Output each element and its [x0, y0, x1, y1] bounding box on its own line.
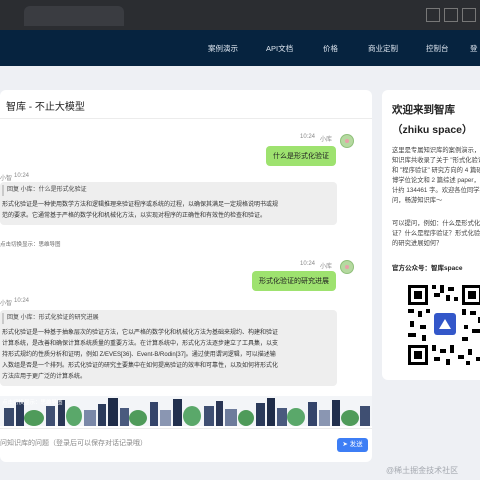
answer-line: 方法应用于更广泛的计算系统。 — [2, 374, 87, 380]
qr-code — [406, 283, 480, 367]
bot-sender: 小智 — [0, 176, 13, 182]
nav-item-console[interactable]: 控制台 — [426, 43, 449, 54]
divider — [0, 118, 372, 119]
divider — [0, 428, 372, 429]
mindmap-toggle[interactable]: 点击切换显示：思维导图 — [0, 240, 61, 248]
chat-input[interactable]: 问知识库的问题（登录后可以保存对话记录哦） — [0, 438, 147, 448]
user-avatar — [340, 134, 354, 148]
answer-line: 计算系统，是改善和确保计算系统质量的重要方法。在计算系统中，形式化方法逐步建立了… — [2, 341, 279, 347]
answer-line: 入数组是否是一个排列。形式化验证的研究主要集中在如何提高验证的效率和可靠性，以及… — [2, 363, 279, 369]
example-questions: 可以提问，例如：什么是形式化验证？什么是程序验证？形式化验证的研究进展如何？ — [392, 220, 480, 247]
user-avatar — [340, 260, 354, 274]
chat-title: 智库 - 不止大模型 — [6, 102, 85, 113]
answer-line: 持形式规约的性质分析和证明，例如 Z/EVES[36]、Event-B/Rodi… — [2, 352, 276, 358]
official-account-label: 官方公众号：智库space — [392, 265, 463, 272]
bot-message-card: 回复 小库：什么是形式化验证 形式化验证是一种使用数学方法和逻辑推理来验证程序或… — [0, 182, 337, 225]
nav-item-demo[interactable]: 案例演示 — [208, 43, 238, 54]
user-message-bubble: 形式化验证的研究进展 — [252, 271, 336, 291]
message-time: 10:24 — [14, 173, 30, 179]
send-label: 发送 — [349, 441, 363, 448]
message-time: 10:24 — [300, 261, 316, 267]
bot-sender: 小智 — [0, 301, 13, 307]
browser-tab[interactable] — [24, 6, 124, 26]
user-message-bubble: 什么是形式化验证 — [266, 146, 336, 166]
nav-item-login[interactable]: 登 — [470, 43, 478, 54]
reply-quote: 回复 小库：什么是形式化验证 — [2, 185, 331, 196]
welcome-title: 欢迎来到智库（zhiku space） — [392, 104, 473, 136]
watermark: @稀土掘金技术社区 — [386, 466, 459, 475]
message-sender: 小库 — [320, 264, 333, 270]
close-button[interactable] — [462, 8, 476, 22]
send-button[interactable]: ➤ 发送 — [337, 438, 368, 452]
send-icon: ➤ — [342, 441, 348, 448]
top-navbar — [0, 30, 480, 66]
answer-line: 形式化验证是一种基于抽象层次的验证方法，它以严格的数学化和机械化方法为基础来规约… — [2, 330, 279, 336]
nav-item-custom[interactable]: 商业定制 — [368, 43, 398, 54]
message-sender: 小库 — [320, 137, 333, 143]
message-time: 10:24 — [14, 298, 30, 304]
message-time: 10:24 — [300, 134, 316, 140]
browser-chrome — [0, 0, 480, 30]
answer-line: 范的要求。它通常基于严格的数学化和机械化方法，以实现对程序的正确性和有效性的检查… — [2, 213, 267, 219]
welcome-description: 这里是专属知识库的案例演示，本知识库共收录了关于 "形式化验证" 和 "程序验证… — [392, 147, 480, 204]
mindmap-toggle[interactable]: 点击切换显示：思维导图 — [2, 398, 63, 406]
reply-quote: 回复 小库：形式化验证的研究进展 — [2, 313, 331, 324]
bot-message-card: 回复 小库：形式化验证的研究进展 形式化验证是一种基于抽象层次的验证方法，它以严… — [0, 310, 337, 386]
nav-item-pricing[interactable]: 价格 — [323, 43, 338, 54]
minimize-button[interactable] — [426, 8, 440, 22]
nav-item-api-docs[interactable]: API文档 — [266, 43, 293, 54]
answer-line: 形式化验证是一种使用数学方法和逻辑推理来验证程序或系统的过程，以确保其满足一定规… — [2, 202, 279, 208]
maximize-button[interactable] — [444, 8, 458, 22]
